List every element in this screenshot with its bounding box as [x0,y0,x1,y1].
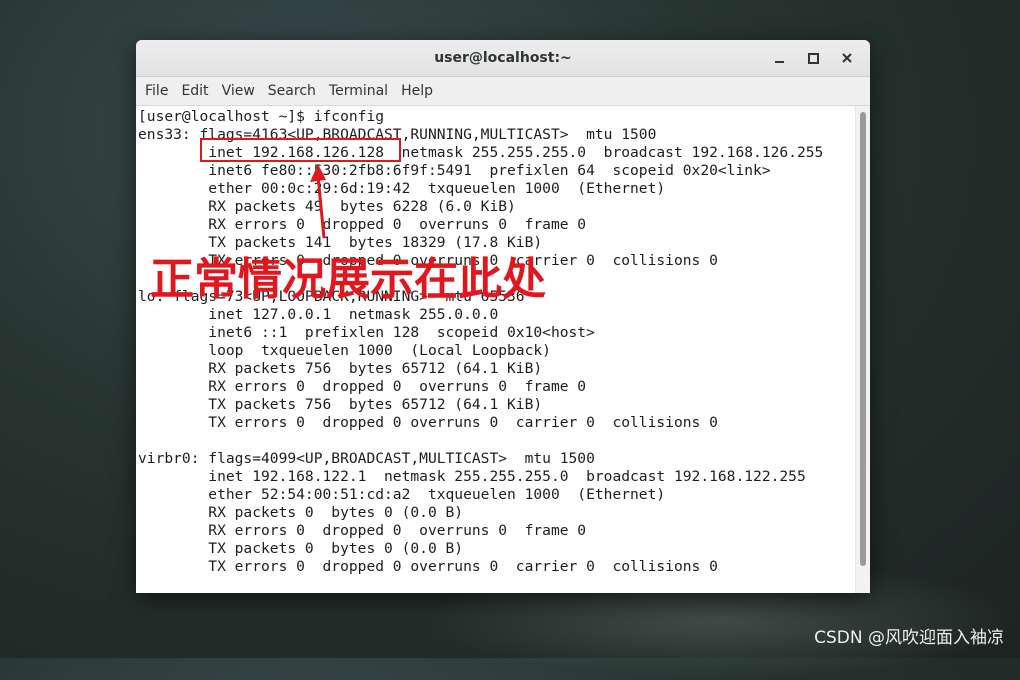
terminal-line: inet 127.0.0.1 netmask 255.0.0.0 [138,306,499,323]
menu-terminal[interactable]: Terminal [324,83,393,99]
terminal-line: [user@localhost ~]$ ifconfig [138,108,385,125]
terminal-line: RX packets 49 bytes 6228 (6.0 KiB) [138,198,516,215]
menu-search[interactable]: Search [263,83,321,99]
terminal-line: TX packets 756 bytes 65712 (64.1 KiB) [138,396,543,413]
annotation-arrow-icon [310,164,326,239]
terminal-line: virbr0: flags=4099<UP,BROADCAST,MULTICAS… [138,450,595,467]
terminal-line: inet 192.168.122.1 netmask 255.255.255.0… [138,468,806,485]
terminal-line: ether 00:0c:29:6d:19:42 txqueuelen 1000 … [138,180,666,197]
maximize-icon [807,52,819,64]
window-title: user@localhost:~ [434,50,572,66]
menu-edit[interactable]: Edit [176,83,213,99]
maximize-button[interactable] [798,45,828,71]
terminal-line: TX errors 0 dropped 0 overruns 0 carrier… [138,414,718,431]
annotation-label: 正常情况展示在此处 [150,254,546,305]
title-bar[interactable]: user@localhost:~ [136,40,870,77]
window-controls [764,40,862,76]
terminal-line: loop txqueuelen 1000 (Local Loopback) [138,342,551,359]
terminal-line: ether 52:54:00:51:cd:a2 txqueuelen 1000 … [138,486,666,503]
terminal-line: RX packets 0 bytes 0 (0.0 B) [138,504,464,521]
terminal-output[interactable]: [user@localhost ~]$ ifconfig ens33: flags… [136,106,856,593]
vertical-scrollbar[interactable] [855,106,870,593]
terminal-line: RX packets 756 bytes 65712 (64.1 KiB) [138,360,543,377]
terminal-window: user@localhost:~ File Edit View Search T… [136,40,870,593]
terminal-line: inet6 fe80::530:2fb8:6f9f:5491 prefixlen… [138,162,771,179]
scrollbar-thumb[interactable] [860,112,866,566]
menu-bar: File Edit View Search Terminal Help [136,77,870,106]
minimize-button[interactable] [764,45,794,71]
close-icon [842,53,852,63]
menu-view[interactable]: View [217,83,260,99]
close-button[interactable] [832,45,862,71]
menu-help[interactable]: Help [396,83,438,99]
terminal-line: RX errors 0 dropped 0 overruns 0 frame 0 [138,522,587,539]
terminal-line: inet6 ::1 prefixlen 128 scopeid 0x10<hos… [138,324,595,341]
minimize-icon [774,61,784,63]
watermark: CSDN @风吹迎面入袖凉 [814,628,1004,648]
highlight-box [200,138,401,162]
terminal-line: TX errors 0 dropped 0 overruns 0 carrier… [138,558,718,575]
terminal-line: RX errors 0 dropped 0 overruns 0 frame 0 [138,216,587,233]
terminal-line: TX packets 0 bytes 0 (0.0 B) [138,540,464,557]
menu-file[interactable]: File [140,83,173,99]
terminal-line: RX errors 0 dropped 0 overruns 0 frame 0 [138,378,587,395]
